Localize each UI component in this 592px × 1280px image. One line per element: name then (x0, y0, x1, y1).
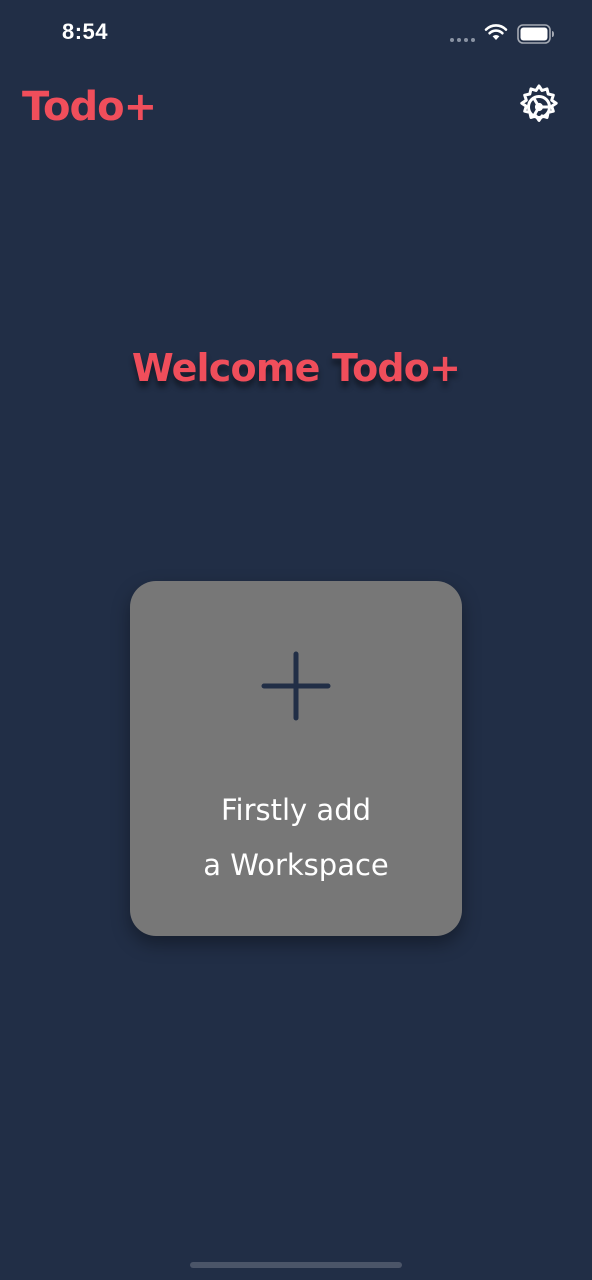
add-workspace-label-line-1: Firstly add (220, 793, 372, 827)
welcome-title: Welcome Todo+ (131, 346, 461, 390)
home-indicator (190, 1262, 402, 1268)
add-workspace-label-line-2: a Workspace (203, 848, 389, 882)
signal-dots-icon (450, 38, 475, 42)
app-header: Todo+ (0, 76, 592, 136)
battery-icon (517, 24, 554, 44)
gear-icon (520, 84, 558, 122)
settings-button[interactable] (514, 82, 564, 132)
app-title: Todo+ (22, 84, 157, 130)
status-bar: 8:54 (0, 0, 592, 70)
wifi-icon (484, 24, 508, 40)
status-time: 8:54 (62, 19, 109, 44)
add-workspace-button[interactable]: Firstly add a Workspace (130, 581, 462, 936)
plus-icon (261, 651, 331, 721)
